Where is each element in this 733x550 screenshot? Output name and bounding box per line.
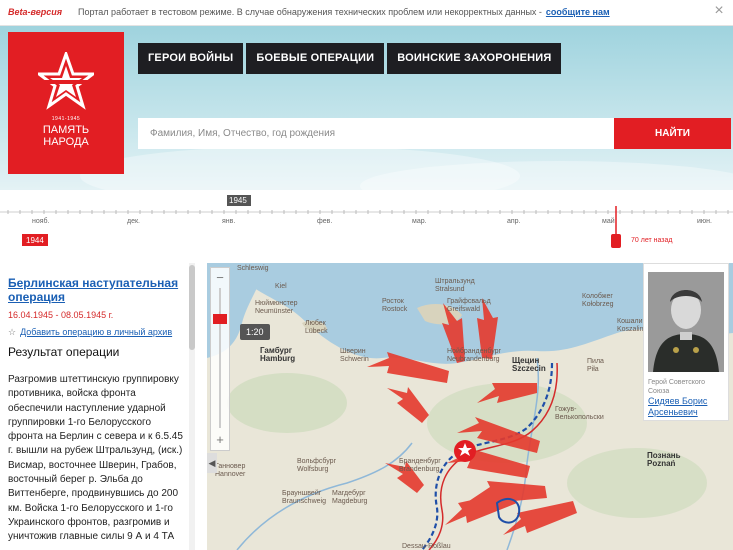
map-label-pila: Пила Piła [587,358,604,373]
timeline-month[interactable]: дек. [127,218,140,225]
logo-title: ПАМЯТЬ НАРОДА [8,124,124,148]
beta-message-text: Портал работает в тестовом режиме. В слу… [78,7,542,17]
hero-rank: Герой Советского Союза [648,379,706,395]
main-nav: ГЕРОИ ВОЙНЫ БОЕВЫЕ ОПЕРАЦИИ ВОИНСКИЕ ЗАХ… [138,43,562,74]
map-label-wolfsburg: Вольфсбург Wolfsburg [297,457,337,473]
hero-card[interactable]: Герой Советского Союза Сидяев Борис Арсе… [643,263,729,421]
map-label-hamburg: Гамбург Hamburg [260,346,295,363]
timeline-month[interactable]: нояб. [32,218,50,225]
timeline-month[interactable]: июн. [697,218,712,225]
map-label-schleswig: Schleswig [237,265,269,272]
result-heading: Результат операции [8,345,120,359]
nav-burials[interactable]: ВОИНСКИЕ ЗАХОРОНЕНИЯ [387,43,562,74]
map-label-magdeburg: Магдебург Magdeburg [332,489,368,505]
sidebar-scroll-thumb[interactable] [189,265,195,350]
timeline-year-marker: 1945 [229,196,247,205]
hero-name[interactable]: Сидяев Борис Арсеньевич [648,396,728,418]
map-label-szczecin: Щецин Szczecin [512,356,546,373]
map-label-braunschweig: Брауншвейг Braunschweig [282,489,326,505]
operation-dates: 16.04.1945 - 08.05.1945 г. [8,310,114,320]
search-input[interactable] [138,118,614,149]
timeline-now-label: 70 лет назад [631,237,673,244]
operation-title[interactable]: Берлинская наступательная операция [8,276,186,304]
report-link[interactable]: сообщите нам [546,7,610,17]
timeline-month[interactable]: янв. [222,218,235,225]
timeline-month[interactable]: фев. [317,218,332,225]
logo-title-line1: ПАМЯТЬ [42,124,90,136]
map-scale-tooltip: 1:20 [240,324,270,340]
add-to-archive-label: Добавить операцию в личный архив [20,327,173,337]
hero-photo [648,272,724,372]
beta-tag: Beta-версия [8,7,63,17]
zoom-knob[interactable] [213,314,227,324]
zoom-track[interactable] [219,288,221,428]
timeline-month[interactable]: май [602,218,615,225]
timeline-track [0,195,733,248]
logo-years: 1941-1945 [51,116,81,122]
map-label-hannover: Ганновер Hannover [215,463,246,478]
operation-sidebar: Берлинская наступательная операция 16.04… [0,263,196,550]
timeline-ticks [7,210,729,214]
nav-operations[interactable]: БОЕВЫЕ ОПЕРАЦИИ [246,43,385,74]
zoom-out-button[interactable]: − [211,270,229,285]
logo[interactable]: 1941-1945 ПАМЯТЬ НАРОДА [8,32,124,174]
map-label-kiel: Kiel [275,283,287,290]
nav-heroes[interactable]: ГЕРОИ ВОЙНЫ [138,43,244,74]
timeline[interactable]: 1945 1944 70 лет назад нояб. дек. янв. фев.… [0,190,733,260]
beta-banner: Beta-версия Портал работает в тестовом р… [0,0,733,26]
close-icon[interactable]: × [711,3,727,19]
map-label-schwerin: Шверин Schwerin [340,348,369,363]
zoom-in-button[interactable]: + [211,432,229,447]
timeline-month[interactable]: апр. [507,218,521,225]
star-outline-icon: ☆ [8,327,17,337]
add-to-archive-button[interactable]: ☆ Добавить операцию в личный архив [8,327,172,338]
search-button[interactable]: НАЙТИ [614,118,731,149]
beta-message: Портал работает в тестовом режиме. В слу… [78,7,610,17]
timeline-month[interactable]: мар. [412,218,427,225]
map-label-dessau: Dessau-Roßlau [402,543,451,550]
collapse-sidebar-icon[interactable]: ◀ [207,453,217,473]
star-icon [38,52,94,110]
result-text: Разгромив штеттинскую группировку против… [8,374,183,543]
logo-title-line2: НАРОДА [43,136,89,148]
timeline-handle[interactable] [611,234,621,248]
timeline-year-start: 1944 [26,236,44,245]
zoom-control: − + [210,267,230,451]
